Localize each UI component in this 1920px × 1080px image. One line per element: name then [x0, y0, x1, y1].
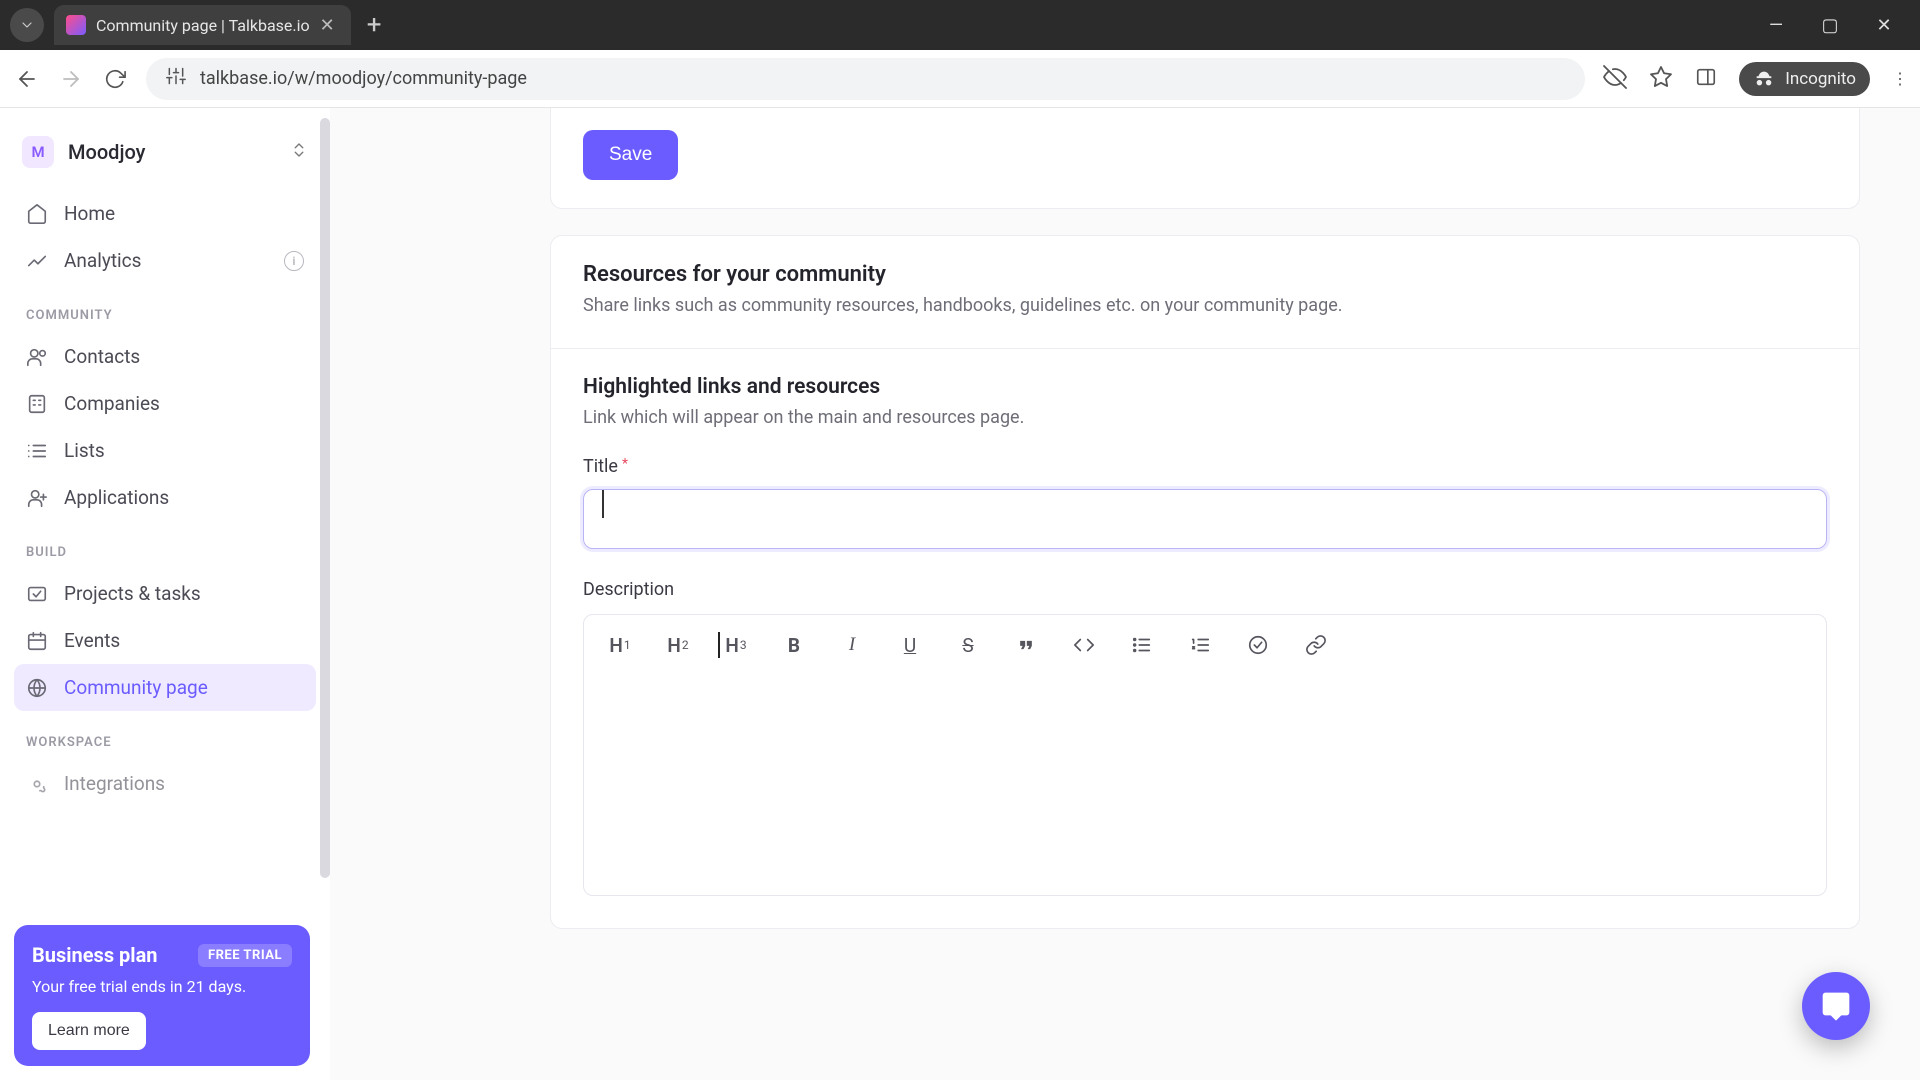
lists-icon: [26, 440, 48, 462]
sidebar-item-community-page[interactable]: Community page: [14, 664, 316, 711]
sidebar-item-events[interactable]: Events: [14, 617, 316, 664]
sidebar-item-integrations[interactable]: Integrations: [14, 760, 316, 807]
resources-subtitle: Share links such as community resources,…: [583, 295, 1827, 316]
nav-forward-button[interactable]: [58, 66, 84, 92]
workspace-avatar: M: [22, 136, 54, 168]
promo-learn-more-button[interactable]: Learn more: [32, 1012, 146, 1050]
projects-icon: [26, 583, 48, 605]
description-field-label: Description: [583, 579, 1827, 600]
home-icon: [26, 203, 48, 225]
required-indicator: *: [622, 456, 628, 472]
incognito-badge[interactable]: Incognito: [1739, 62, 1870, 96]
browser-tab[interactable]: Community page | Talkbase.io ✕: [54, 5, 351, 45]
sidebar-item-companies[interactable]: Companies: [14, 380, 316, 427]
toolbar-italic-button[interactable]: I: [838, 631, 866, 659]
workspace-name: Moodjoy: [68, 140, 145, 164]
nav-reload-button[interactable]: [102, 66, 128, 92]
chevron-updown-icon: [290, 141, 308, 163]
toolbar-quote-button[interactable]: [1012, 631, 1040, 659]
sidebar-item-label: Integrations: [64, 772, 165, 795]
title-input[interactable]: [583, 489, 1827, 549]
toolbar-underline-button[interactable]: U: [896, 631, 924, 659]
contacts-icon: [26, 346, 48, 368]
bookmark-star-icon[interactable]: [1649, 65, 1673, 93]
sidebar-item-label: Applications: [64, 486, 169, 509]
applications-icon: [26, 487, 48, 509]
window-maximize-icon[interactable]: ▢: [1820, 15, 1840, 36]
toolbar-link-button[interactable]: [1302, 631, 1330, 659]
save-button[interactable]: Save: [583, 130, 678, 180]
title-field-label: Title*: [583, 456, 1827, 477]
toolbar-code-button[interactable]: [1070, 631, 1098, 659]
resources-title: Resources for your community: [583, 262, 1827, 287]
site-settings-icon[interactable]: [166, 66, 186, 91]
sidebar-item-label: Lists: [64, 439, 105, 462]
side-panel-icon[interactable]: [1695, 66, 1717, 92]
promo-title: Business plan: [32, 943, 158, 967]
address-bar[interactable]: talkbase.io/w/moodjoy/community-page: [146, 58, 1585, 100]
nav-back-button[interactable]: [14, 66, 40, 92]
sidebar-item-label: Events: [64, 629, 120, 652]
section-label-build: BUILD: [14, 521, 316, 570]
url-text: talkbase.io/w/moodjoy/community-page: [200, 68, 527, 89]
window-close-icon[interactable]: ✕: [1874, 15, 1894, 36]
highlighted-subtitle: Link which will appear on the main and r…: [583, 407, 1827, 428]
globe-icon: [26, 677, 48, 699]
toolbar-ordered-list-button[interactable]: [1186, 631, 1214, 659]
toolbar-h1-button[interactable]: H1: [606, 631, 634, 659]
sidebar-item-label: Analytics: [64, 249, 141, 272]
sidebar-item-label: Contacts: [64, 345, 140, 368]
workspace-switcher[interactable]: M Moodjoy: [14, 126, 316, 190]
highlighted-title: Highlighted links and resources: [583, 375, 1827, 399]
sidebar-item-label: Projects & tasks: [64, 582, 201, 605]
toolbar-h2-button[interactable]: H2: [664, 631, 692, 659]
eye-off-icon[interactable]: [1603, 65, 1627, 93]
companies-icon: [26, 393, 48, 415]
toolbar-h3-button[interactable]: H3: [722, 631, 750, 659]
info-icon[interactable]: i: [284, 251, 304, 271]
sidebar-item-home[interactable]: Home: [14, 190, 316, 237]
tab-title: Community page | Talkbase.io: [96, 16, 310, 35]
window-minimize-icon[interactable]: —: [1766, 15, 1786, 36]
browser-menu-icon[interactable]: ⋮: [1892, 69, 1906, 88]
tab-search-button[interactable]: [10, 8, 44, 42]
toolbar-strike-button[interactable]: S: [954, 631, 982, 659]
section-label-community: COMMUNITY: [14, 284, 316, 333]
integrations-icon: [26, 773, 48, 795]
analytics-icon: [26, 250, 48, 272]
promo-card: Business plan FREE TRIAL Your free trial…: [14, 925, 310, 1066]
description-textarea[interactable]: [584, 675, 1826, 895]
sidebar-item-projects[interactable]: Projects & tasks: [14, 570, 316, 617]
favicon-icon: [66, 15, 86, 35]
tab-close-icon[interactable]: ✕: [320, 15, 335, 36]
promo-badge: FREE TRIAL: [198, 944, 292, 967]
promo-subtitle: Your free trial ends in 21 days.: [32, 977, 292, 996]
sidebar-item-contacts[interactable]: Contacts: [14, 333, 316, 380]
sidebar-item-label: Companies: [64, 392, 160, 415]
chat-fab-button[interactable]: [1802, 972, 1870, 1040]
sidebar-item-applications[interactable]: Applications: [14, 474, 316, 521]
sidebar-item-lists[interactable]: Lists: [14, 427, 316, 474]
new-tab-button[interactable]: +: [361, 10, 388, 40]
sidebar-scrollbar[interactable]: [320, 118, 330, 878]
sidebar-item-analytics[interactable]: Analytics i: [14, 237, 316, 284]
description-editor[interactable]: H1 H2 H3 B I U S: [583, 614, 1827, 896]
events-icon: [26, 630, 48, 652]
sidebar-item-label: Home: [64, 202, 115, 225]
toolbar-checklist-button[interactable]: [1244, 631, 1272, 659]
section-label-workspace: WORKSPACE: [14, 711, 316, 760]
incognito-label: Incognito: [1785, 69, 1856, 89]
toolbar-bullet-list-button[interactable]: [1128, 631, 1156, 659]
sidebar-item-label: Community page: [64, 676, 208, 699]
toolbar-bold-button[interactable]: B: [780, 631, 808, 659]
